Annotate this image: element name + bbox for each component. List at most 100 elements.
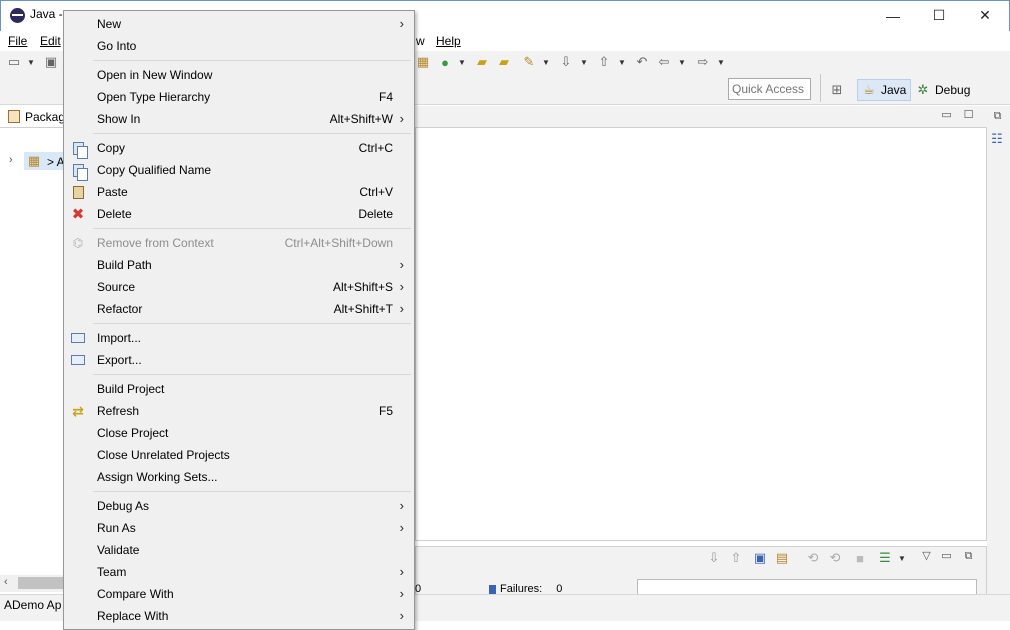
package-explorer-tab-label: Packag (25, 110, 66, 124)
maximize-button[interactable]: ☐ (916, 0, 962, 31)
menu-item-label: Source (97, 280, 136, 294)
eclipse-app-icon (10, 8, 25, 23)
submenu-chevron-icon: › (399, 279, 404, 294)
test-history-icon[interactable]: ☰ (877, 550, 893, 566)
open-folder-icon[interactable]: ▰ (474, 54, 490, 70)
menu-item-label: Build Project (97, 382, 165, 396)
minimize-button[interactable]: — (870, 0, 916, 31)
menu-item-replace-with[interactable]: Replace With › (64, 605, 414, 627)
next-failure-icon[interactable]: ⇩ (706, 550, 722, 566)
menu-help-label: Help (436, 34, 461, 48)
menu-item-close-project[interactable]: Close Project (64, 422, 414, 444)
copy-qualified-name-icon (70, 162, 88, 181)
new-java-project-icon[interactable]: ▣ (43, 54, 59, 70)
menu-separator (93, 491, 411, 492)
menu-item-debug-as[interactable]: Debug As › (64, 495, 414, 517)
rerun-failed-first-icon[interactable]: ⟲ (827, 550, 843, 566)
menu-item-shortcut: Delete (358, 207, 393, 221)
menu-file-label: File (8, 34, 28, 48)
stop-run-icon[interactable]: ■ (852, 550, 868, 566)
menu-item-show-in[interactable]: Show In Alt+Shift+W › (64, 108, 414, 130)
menu-item-label: Team (97, 565, 127, 579)
submenu-chevron-icon: › (399, 498, 404, 513)
outline-view-icon[interactable]: ☷ (989, 131, 1005, 147)
open-perspective-icon[interactable]: ⊞ (829, 82, 845, 98)
menu-edit[interactable]: Edit (40, 34, 61, 48)
tree-expand-chevron-icon[interactable]: › (9, 154, 13, 166)
menu-item-refresh[interactable]: ⇄ Refresh F5 (64, 400, 414, 422)
debug-perspective-button[interactable]: ✲ Debug (915, 79, 971, 101)
right-trim-bar (987, 106, 1010, 594)
failures-icon (489, 584, 496, 594)
menu-item-copy-qualified-name[interactable]: Copy Qualified Name (64, 159, 414, 181)
show-failures-only-icon[interactable]: ▣ (752, 550, 768, 566)
menu-separator (93, 228, 411, 229)
submenu-chevron-icon: › (399, 111, 404, 126)
next-annotation-icon[interactable]: ⇩ (558, 54, 574, 70)
back-dropdown-icon[interactable]: ▼ (678, 54, 686, 70)
forward-dropdown-icon[interactable]: ▼ (717, 54, 725, 70)
scroll-lock-icon[interactable]: ▤ (774, 550, 790, 566)
quick-access-input[interactable] (728, 78, 811, 100)
export-icon (70, 352, 86, 368)
trim-restore-icon[interactable]: ⧉ (992, 111, 1003, 122)
open-type-icon[interactable]: ▦ (415, 54, 431, 70)
test-history-dropdown-icon[interactable]: ▼ (898, 550, 906, 566)
new-class-icon[interactable]: ● (437, 54, 453, 70)
prev-annotation-dropdown-icon[interactable]: ▼ (618, 54, 626, 70)
editor-maximize-icon[interactable]: ☐ (963, 110, 974, 121)
menu-item-build-project[interactable]: Build Project (64, 378, 414, 400)
menu-item-validate[interactable]: Validate (64, 539, 414, 561)
menu-item-source[interactable]: Source Alt+Shift+S › (64, 276, 414, 298)
close-button[interactable]: ✕ (962, 0, 1008, 31)
menu-item-shortcut: Ctrl+C (358, 141, 393, 155)
menu-item-refactor[interactable]: Refactor Alt+Shift+T › (64, 298, 414, 320)
menu-file[interactable]: File (8, 34, 27, 48)
search-tool-icon[interactable]: ✎ (521, 54, 537, 70)
back-icon[interactable]: ⇦ (656, 54, 672, 70)
next-annotation-dropdown-icon[interactable]: ▼ (580, 54, 588, 70)
prev-annotation-icon[interactable]: ⇧ (596, 54, 612, 70)
junit-progress-bar (637, 579, 977, 595)
menu-item-assign-working-sets[interactable]: Assign Working Sets... (64, 466, 414, 488)
new-class-dropdown-icon[interactable]: ▼ (458, 54, 466, 70)
forward-icon[interactable]: ⇨ (695, 54, 711, 70)
search-dropdown-icon[interactable]: ▼ (542, 54, 550, 70)
prev-failure-icon[interactable]: ⇧ (728, 550, 744, 566)
menu-window[interactable]: w (416, 34, 425, 48)
menu-item-shortcut: Alt+Shift+S (332, 280, 393, 294)
new-wizard-icon[interactable]: ▭ (6, 54, 22, 70)
menu-item-team[interactable]: Team › (64, 561, 414, 583)
java-perspective-button[interactable]: ☕ Java (857, 79, 911, 101)
status-text: ADemo Ap (4, 598, 62, 612)
editor-minimize-icon[interactable]: ▭ (941, 110, 952, 121)
junit-minimize-icon[interactable]: ▭ (941, 551, 952, 562)
menu-item-build-path[interactable]: Build Path › (64, 254, 414, 276)
menu-item-open-in-new-window[interactable]: Open in New Window (64, 64, 414, 86)
delete-icon: ✖ (71, 206, 85, 223)
menu-item-new[interactable]: New › (64, 13, 414, 35)
menu-item-delete[interactable]: ✖ Delete Delete (64, 203, 414, 225)
menu-item-label: Export... (97, 353, 142, 367)
menu-item-copy[interactable]: Copy Ctrl+C (64, 137, 414, 159)
view-menu-icon[interactable]: ▽ (921, 551, 932, 562)
menu-item-label: Validate (97, 543, 140, 557)
menu-help[interactable]: Help (436, 34, 461, 48)
last-edit-icon[interactable]: ↶ (634, 54, 650, 70)
menu-item-import[interactable]: Import... (64, 327, 414, 349)
menu-item-run-as[interactable]: Run As › (64, 517, 414, 539)
scroll-left-icon[interactable]: ‹ (4, 576, 8, 588)
rerun-test-icon[interactable]: ⟲ (805, 550, 821, 566)
horizontal-scroll-thumb[interactable] (18, 577, 65, 589)
menu-item-shortcut: Alt+Shift+W (329, 112, 393, 126)
window-title: Java - (30, 7, 63, 21)
junit-restore-icon[interactable]: ⧉ (963, 551, 974, 562)
menu-item-compare-with[interactable]: Compare With › (64, 583, 414, 605)
open-resource-icon[interactable]: ▰ (496, 54, 512, 70)
new-dropdown-arrow-icon[interactable]: ▼ (27, 54, 35, 70)
menu-item-open-type-hierarchy[interactable]: Open Type Hierarchy F4 (64, 86, 414, 108)
menu-item-close-unrelated-projects[interactable]: Close Unrelated Projects (64, 444, 414, 466)
menu-item-paste[interactable]: Paste Ctrl+V (64, 181, 414, 203)
menu-item-export[interactable]: Export... (64, 349, 414, 371)
menu-item-go-into[interactable]: Go Into (64, 35, 414, 57)
